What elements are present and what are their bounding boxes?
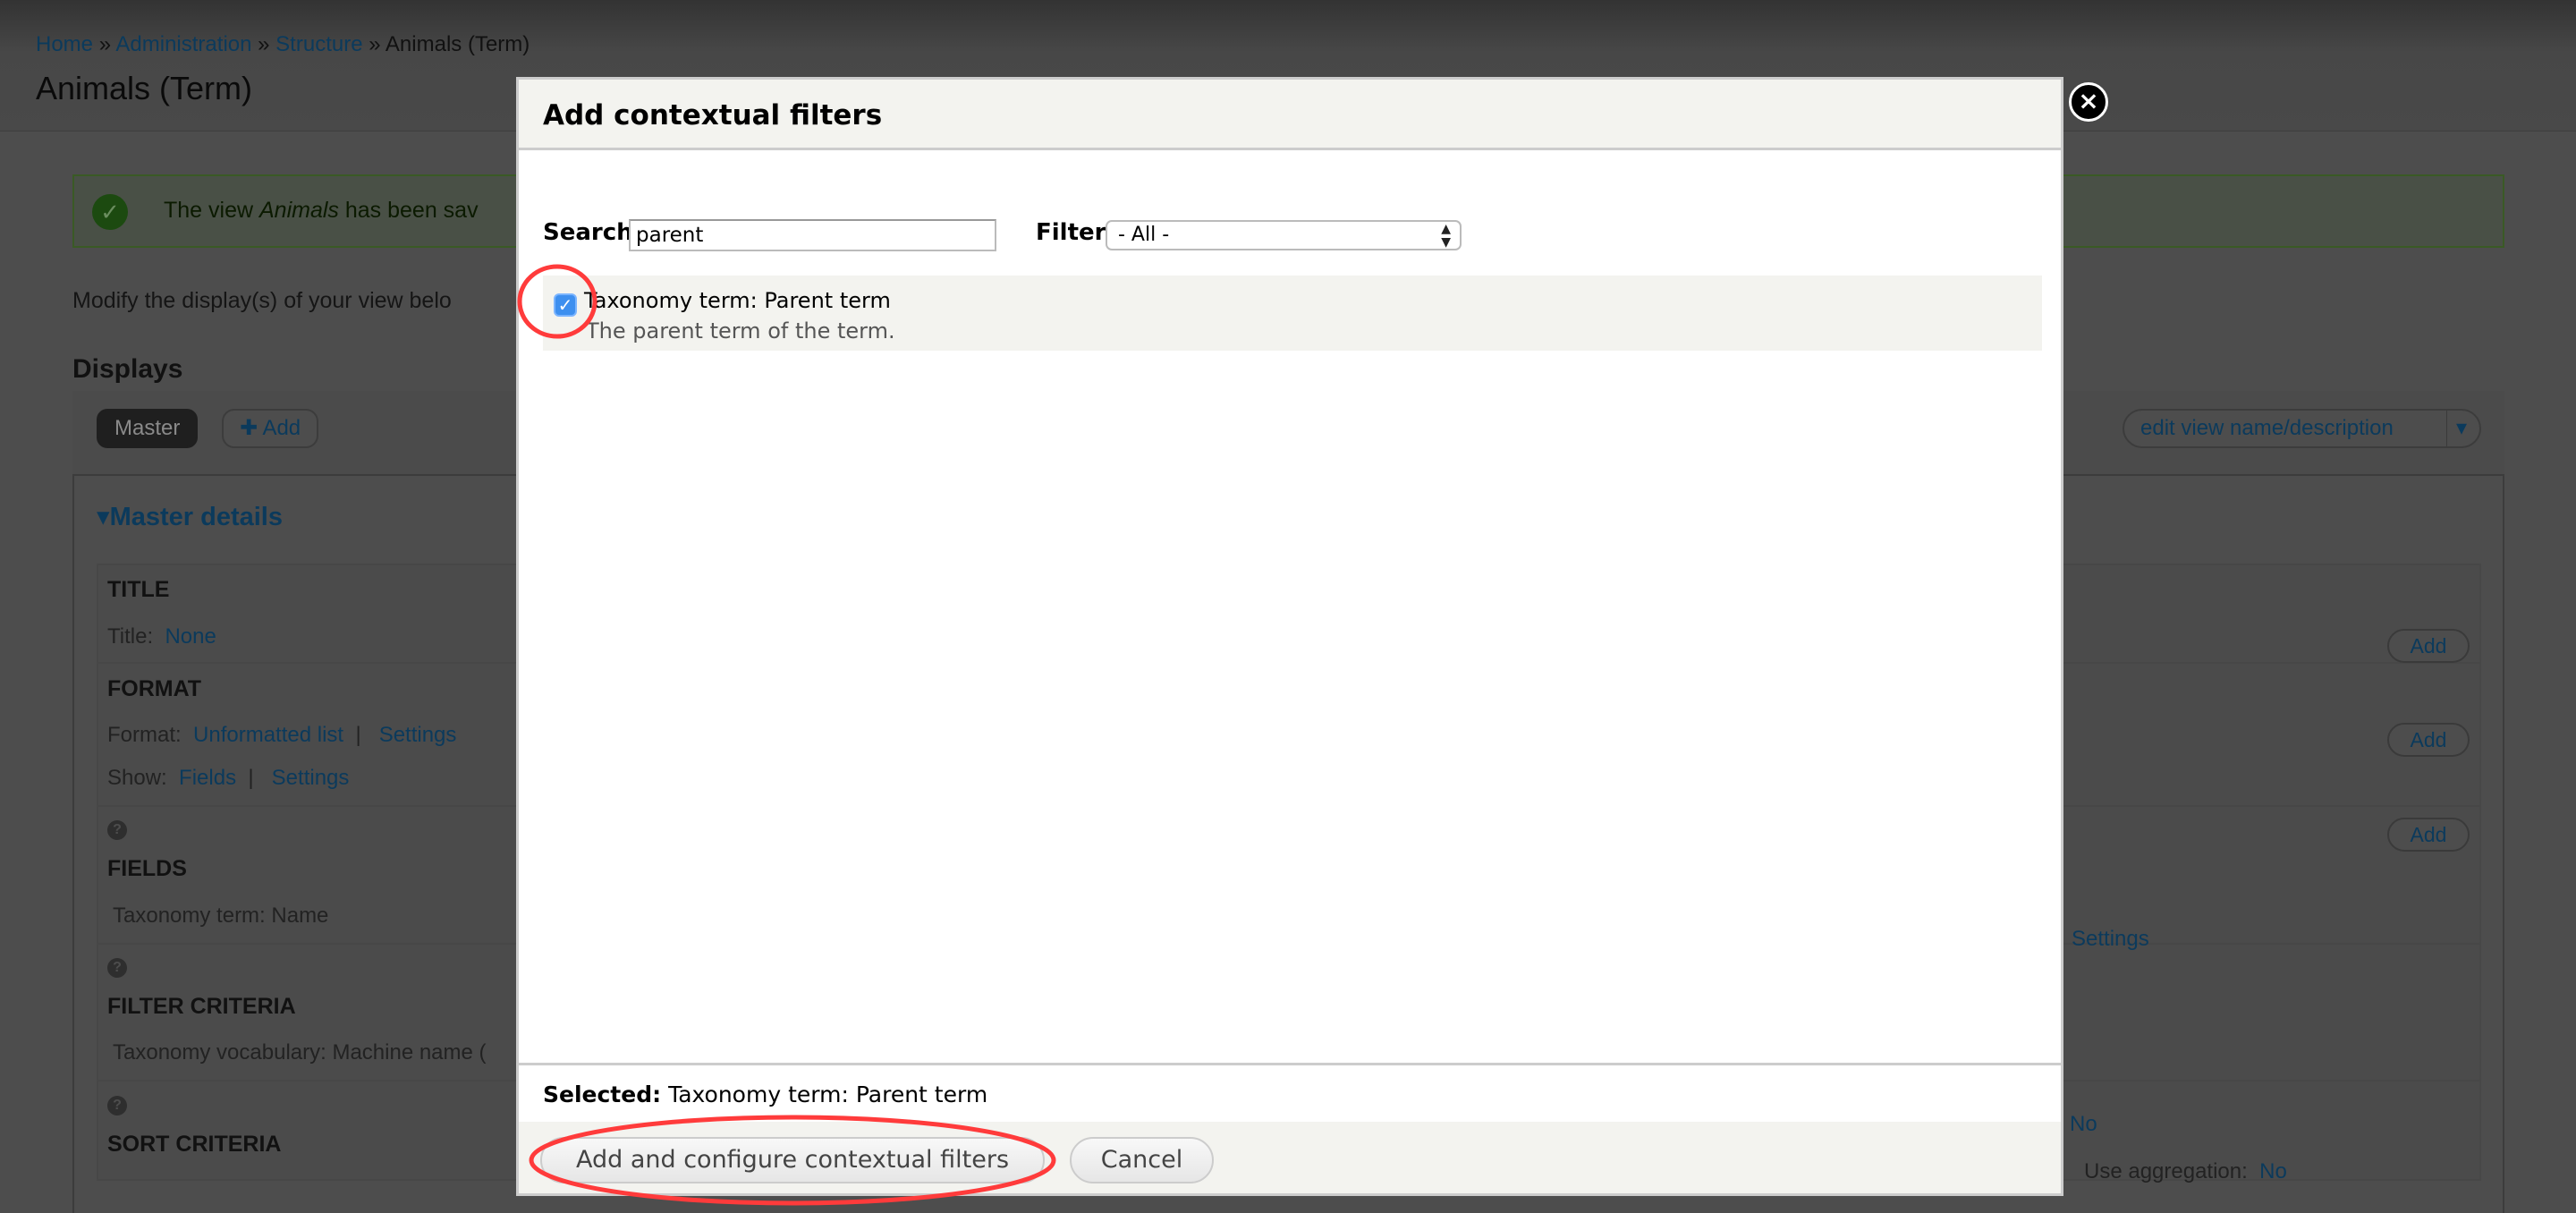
breadcrumb-separator: »	[258, 32, 270, 56]
format-label: Format:	[107, 723, 182, 747]
message-text-end: has been sav	[338, 198, 479, 223]
edit-view-label: edit view name/description	[2140, 416, 2394, 440]
master-details-toggle[interactable]: ▾Master details	[97, 501, 283, 532]
selected-summary: Selected: Taxonomy term: Parent term	[543, 1082, 987, 1107]
chevron-down-icon[interactable]: ▾	[2445, 411, 2467, 446]
filter-select[interactable]: - All - ▲ ▼	[1106, 220, 1462, 250]
dialog-title-bar: Add contextual filters	[519, 80, 2061, 150]
title-line: Title: None	[107, 624, 216, 649]
add-button[interactable]: Add	[2387, 723, 2470, 757]
format-section-heading: FORMAT	[107, 676, 202, 701]
no-link[interactable]: No	[2070, 1112, 2097, 1137]
show-line: Show: Fields | Settings	[107, 766, 349, 791]
filter-select-value: - All -	[1118, 224, 1170, 246]
list-item[interactable]: ✓ Taxonomy term: Parent term The parent …	[543, 276, 2042, 351]
dialog-title: Add contextual filters	[543, 99, 883, 131]
master-display-tab[interactable]: Master	[97, 409, 199, 448]
breadcrumb-separator: »	[98, 32, 112, 56]
settings-link[interactable]: Settings	[2072, 927, 2149, 952]
caret-down-icon: ▾	[97, 503, 110, 531]
selected-value: Taxonomy term: Parent term	[668, 1082, 988, 1107]
format-settings-link[interactable]: Settings	[379, 723, 457, 747]
title-none-link[interactable]: None	[165, 624, 216, 649]
master-details-label: Master details	[109, 503, 283, 531]
filter-taxonomy-vocabulary[interactable]: Taxonomy vocabulary: Machine name (	[113, 1040, 487, 1065]
title-label: Title:	[107, 624, 154, 649]
sort-criteria-heading: SORT CRITERIA	[107, 1132, 282, 1157]
fields-section-heading: FIELDS	[107, 856, 187, 881]
show-label: Show:	[107, 766, 167, 790]
check-icon: ✓	[92, 194, 128, 230]
breadcrumb-separator: »	[369, 32, 381, 56]
use-aggregation-link[interactable]: No	[2259, 1159, 2287, 1183]
help-icon[interactable]: ?	[107, 958, 127, 978]
add-display-label: Add	[262, 416, 301, 440]
separator: |	[248, 766, 254, 790]
add-button[interactable]: Add	[2387, 818, 2470, 852]
help-icon[interactable]: ?	[107, 1096, 127, 1115]
result-title: Taxonomy term: Parent term	[584, 288, 891, 313]
help-icon[interactable]: ?	[107, 820, 127, 840]
filter-criteria-heading: FILTER CRITERIA	[107, 994, 296, 1019]
format-line: Format: Unformatted list | Settings	[107, 723, 456, 748]
displays-heading: Displays	[72, 354, 183, 384]
add-and-configure-button[interactable]: Add and configure contextual filters	[540, 1137, 1045, 1183]
add-display-button[interactable]: ✚ Add	[222, 409, 319, 448]
modify-text: Modify the display(s) of your view belo	[72, 288, 452, 313]
show-fields-link[interactable]: Fields	[179, 766, 236, 790]
select-arrows-icon: ▲ ▼	[1441, 222, 1451, 250]
plus-icon: ✚	[240, 416, 263, 440]
breadcrumb: Home » Administration » Structure » Anim…	[36, 32, 530, 57]
search-input[interactable]	[629, 219, 996, 251]
divider	[519, 1063, 2061, 1065]
breadcrumb-current: Animals (Term)	[385, 32, 530, 56]
show-settings-link[interactable]: Settings	[272, 766, 350, 790]
message-view-name: Animals	[258, 198, 339, 223]
field-taxonomy-term-name[interactable]: Taxonomy term: Name	[113, 903, 328, 929]
result-checkbox[interactable]: ✓	[554, 293, 577, 317]
format-unformatted-list-link[interactable]: Unformatted list	[193, 723, 343, 747]
page-title: Animals (Term)	[36, 70, 253, 106]
message-text: The view	[164, 198, 259, 223]
breadcrumb-administration[interactable]: Administration	[115, 32, 251, 56]
use-aggregation-label: Use aggregation:	[2084, 1159, 2248, 1183]
search-label: Search	[543, 219, 633, 246]
add-contextual-filters-dialog: Add contextual filters Search Filter - A…	[516, 77, 2063, 1196]
selected-label: Selected:	[543, 1082, 662, 1107]
breadcrumb-structure[interactable]: Structure	[275, 32, 362, 56]
breadcrumb-home[interactable]: Home	[36, 32, 93, 56]
result-description: The parent term of the term.	[586, 318, 895, 344]
edit-view-name-button[interactable]: edit view name/description ▾	[2123, 409, 2481, 448]
close-icon[interactable]: ×	[2069, 82, 2108, 122]
filter-label: Filter	[1036, 219, 1106, 246]
use-aggregation-line: Use aggregation: No	[2084, 1159, 2287, 1184]
title-section-heading: TITLE	[107, 577, 170, 602]
add-button[interactable]: Add	[2387, 629, 2470, 663]
separator: |	[355, 723, 361, 747]
cancel-button[interactable]: Cancel	[1070, 1137, 1214, 1183]
